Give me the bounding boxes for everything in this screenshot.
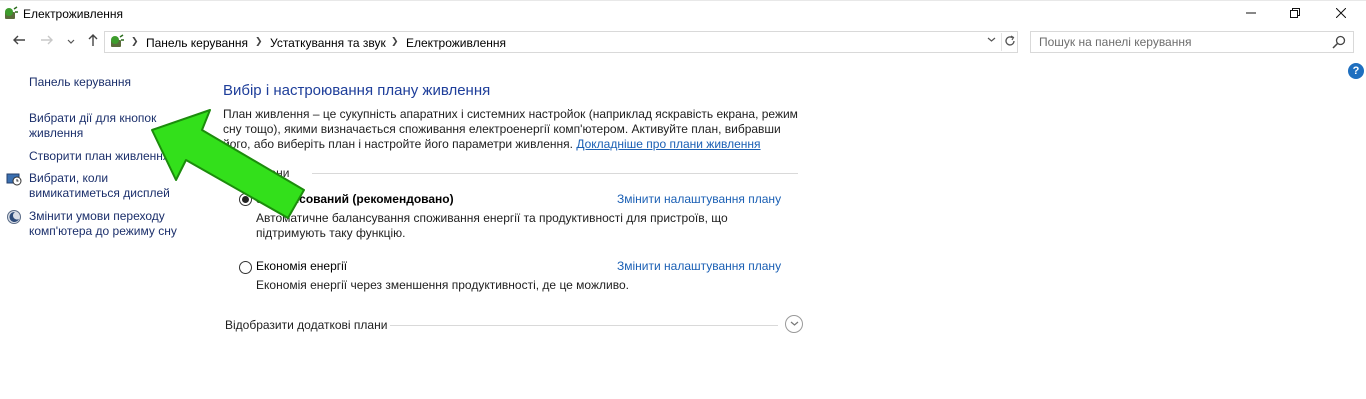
page-title: Вибір і настроювання плану живлення — [223, 82, 491, 99]
power-options-icon — [5, 6, 18, 19]
help-icon[interactable]: ? — [1348, 63, 1364, 79]
search-icon — [1332, 35, 1346, 49]
breadcrumb-hardware-sound[interactable]: Устаткування та звук — [270, 36, 386, 50]
breadcrumb-control-panel[interactable]: Панель керування — [146, 36, 248, 50]
up-button[interactable] — [84, 33, 102, 53]
plan-power-saver-change-link[interactable]: Змінити налаштування плану — [617, 259, 781, 273]
title-bar: Електроживлення — [0, 0, 1366, 28]
chevron-down-icon — [987, 37, 995, 42]
back-button[interactable] — [10, 33, 28, 53]
annotation-arrow-icon — [151, 109, 305, 219]
more-plans-divider — [390, 325, 778, 326]
power-options-icon — [111, 34, 124, 47]
refresh-button[interactable] — [1001, 33, 1018, 51]
forward-arrow-icon — [41, 35, 53, 45]
breadcrumb-separator: ❯ — [131, 36, 139, 46]
navigation-bar: ❯ Панель керування ❯ Устаткування та зву… — [0, 30, 1366, 56]
learn-more-link[interactable]: Докладніше про плани живлення — [576, 137, 760, 151]
forward-button[interactable] — [38, 33, 56, 53]
plan-power-saver-description: Економія енергії через зменшення продукт… — [256, 278, 629, 292]
recent-locations-button[interactable] — [62, 33, 80, 53]
minimize-button[interactable] — [1228, 0, 1274, 26]
plan-power-saver-name[interactable]: Економія енергії — [256, 259, 347, 273]
breadcrumb-separator: ❯ — [391, 36, 399, 46]
breadcrumb-power-options[interactable]: Електроживлення — [406, 36, 506, 50]
chevron-down-icon — [67, 39, 75, 44]
sleep-moon-icon — [7, 210, 21, 224]
plan-power-saver-radio[interactable] — [239, 261, 252, 274]
plan-balanced-change-link[interactable]: Змінити налаштування плану — [617, 192, 781, 206]
address-bar[interactable]: ❯ Панель керування ❯ Устаткування та зву… — [104, 31, 1018, 53]
sidebar-item-power-buttons[interactable]: Вибрати дії для кнопок живлення — [29, 111, 156, 141]
chevron-down-icon — [790, 321, 798, 326]
sidebar-item-control-panel[interactable]: Панель керування — [29, 75, 131, 90]
search-input[interactable] — [1031, 32, 1329, 52]
breadcrumb-separator: ❯ — [255, 36, 263, 46]
expand-more-plans-button[interactable] — [785, 315, 803, 333]
maximize-icon — [1290, 8, 1300, 18]
up-arrow-icon — [88, 34, 98, 46]
plan-balanced-description: Автоматичне балансування споживання енер… — [256, 211, 728, 240]
restore-button[interactable] — [1272, 0, 1318, 26]
show-more-plans-label[interactable]: Відобразити додаткові плани — [225, 318, 387, 332]
refresh-icon — [1005, 35, 1015, 46]
plans-group-divider — [312, 173, 798, 174]
window-title: Електроживлення — [23, 7, 124, 21]
back-arrow-icon — [13, 35, 25, 45]
search-box[interactable] — [1030, 31, 1354, 53]
display-clock-icon — [6, 173, 22, 186]
close-icon — [1336, 8, 1346, 18]
minimize-icon — [1246, 12, 1256, 14]
page-description: План живлення – це сукупність апаратних … — [223, 107, 803, 152]
close-button[interactable] — [1318, 0, 1364, 26]
address-dropdown-button[interactable] — [983, 34, 999, 50]
